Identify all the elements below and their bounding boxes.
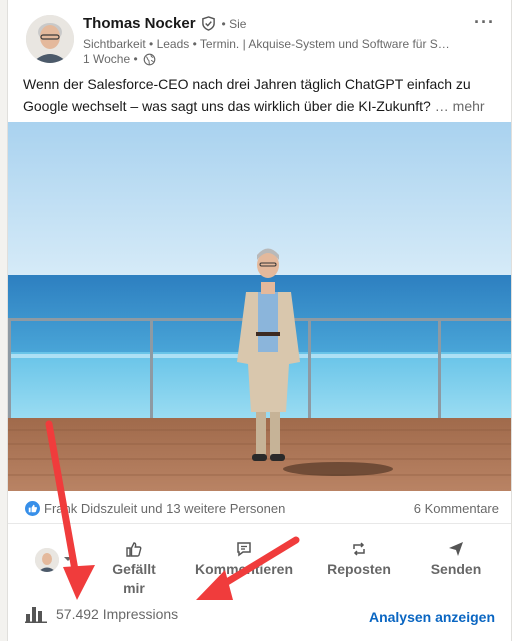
reactions-summary[interactable]: Frank Didszuleit und 13 weitere Personen [44,501,285,516]
see-more-link[interactable]: … mehr [435,98,485,114]
bar-chart-icon [25,607,47,623]
social-counts: Frank Didszuleit und 13 weitere Personen… [8,492,511,524]
like-label: Gefällt mir [112,561,156,596]
post-time-row: 1 Woche • [83,52,156,66]
globe-icon [143,53,156,65]
repost-button[interactable]: Reposten [326,540,392,579]
like-reaction-icon [25,501,40,516]
post-card: Thomas Nocker • Sie Sichtbarkeit • Leads… [7,0,512,641]
author-name[interactable]: Thomas Nocker [83,15,196,32]
send-label: Senden [430,561,482,577]
comment-label: Kommentieren [194,561,294,577]
comment-button[interactable]: Kommentieren [194,540,294,579]
repost-label: Reposten [327,561,391,577]
post-image[interactable] [8,122,511,491]
verified-shield-icon [201,16,215,31]
like-icon [126,542,142,557]
post-time: 1 Woche • [83,52,138,66]
more-options-button[interactable]: ··· [474,12,495,33]
action-bar: Gefällt mir Kommentieren Reposten Senden [8,528,511,596]
like-button[interactable]: Gefällt mir [106,540,162,598]
comment-icon [237,542,251,557]
author-you-label: • Sie [221,16,247,31]
repost-icon [353,542,365,556]
post-text: Wenn der Salesforce-CEO nach drei Jahren… [23,73,503,117]
actor-avatar[interactable] [35,548,59,572]
comments-count[interactable]: 6 Kommentare [414,501,499,516]
chevron-down-icon[interactable] [63,554,73,564]
author-avatar[interactable] [26,15,74,63]
post-body: Wenn der Salesforce-CEO nach drei Jahren… [23,76,471,114]
author-row: Thomas Nocker • Sie [83,15,246,32]
view-analytics-link[interactable]: Analysen anzeigen [369,609,495,625]
send-icon [449,542,463,556]
impressions-count: 57.492 Impressions [56,606,179,622]
send-button[interactable]: Senden [426,540,486,579]
author-headline: Sichtbarkeit • Leads • Termin. | Akquise… [83,37,453,51]
impressions-row[interactable]: 57.492 Impressions [25,605,178,623]
